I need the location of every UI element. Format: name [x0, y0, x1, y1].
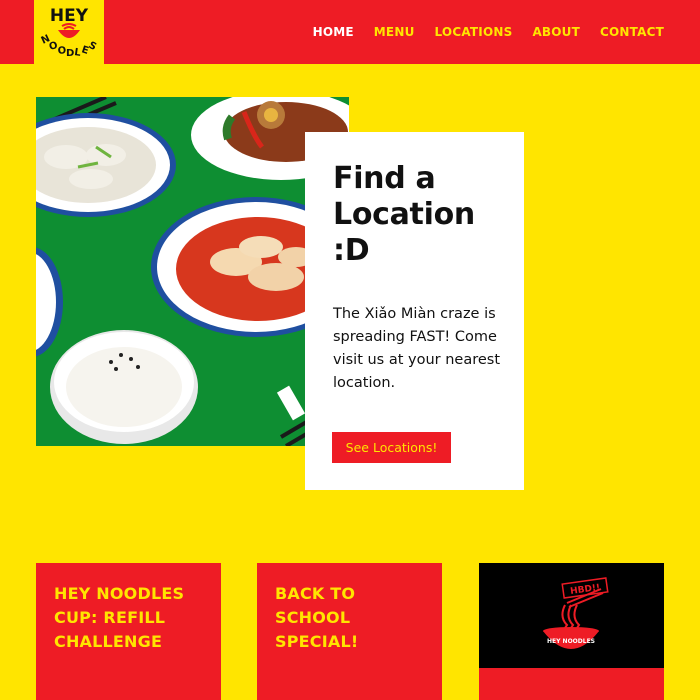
logo-graphic: HEY N O O D L E S [40, 6, 98, 59]
promo-title-line-1: HEY NOODLES [54, 584, 185, 603]
bowl-text: HEY NOODLES [547, 638, 595, 645]
nav-locations[interactable]: LOCATIONS [435, 25, 513, 39]
nav-about[interactable]: ABOUT [532, 25, 580, 39]
hbd-bowl-illustration: HBD!! HEY NOODLES [479, 563, 664, 700]
top-navigation-bar: HEY N O O D L E S HOME MENU LOCATIONS AB… [0, 0, 700, 64]
promo-title: HEY NOODLES CUP: REFILL CHALLENGE [54, 582, 203, 654]
hero-food-image [36, 97, 349, 446]
nav-contact[interactable]: CONTACT [600, 25, 664, 39]
noodle-dishes-illustration [36, 97, 349, 446]
find-location-description: The Xiǎo Miàn craze is spreading FAST! C… [333, 306, 501, 391]
nav-home[interactable]: HOME [313, 25, 354, 39]
find-location-title: Find a Location :D [333, 161, 502, 269]
nav-menu[interactable]: MENU [374, 25, 415, 39]
hey-noodles-logo[interactable]: HEY N O O D L E S [34, 0, 104, 64]
promo-card-refill-challenge[interactable]: HEY NOODLES CUP: REFILL CHALLENGE [36, 563, 221, 700]
see-locations-button[interactable]: See Locations! [332, 432, 451, 463]
main-nav: HOME MENU LOCATIONS ABOUT CONTACT [313, 0, 664, 64]
promo-title-line-1: BACK TO [275, 584, 356, 603]
title-line-3: :D [333, 233, 370, 268]
promo-title-line-2: SCHOOL [275, 608, 351, 627]
promo-title-line-2: CUP: REFILL [54, 608, 166, 627]
promo-title: BACK TO SCHOOL SPECIAL! [275, 582, 424, 654]
promo-title-line-3: SPECIAL! [275, 632, 359, 651]
find-location-card: Find a Location :D The Xiǎo Miàn craze i… [305, 132, 524, 490]
promo-card-back-to-school[interactable]: BACK TO SCHOOL SPECIAL! [257, 563, 442, 700]
title-line-1: Find a [333, 161, 436, 196]
promo-card-hbd[interactable]: HBD!! HEY NOODLES [479, 563, 664, 700]
promo-title-line-3: CHALLENGE [54, 632, 163, 651]
logo-bowl-icon [58, 30, 80, 38]
title-line-2: Location [333, 197, 475, 232]
